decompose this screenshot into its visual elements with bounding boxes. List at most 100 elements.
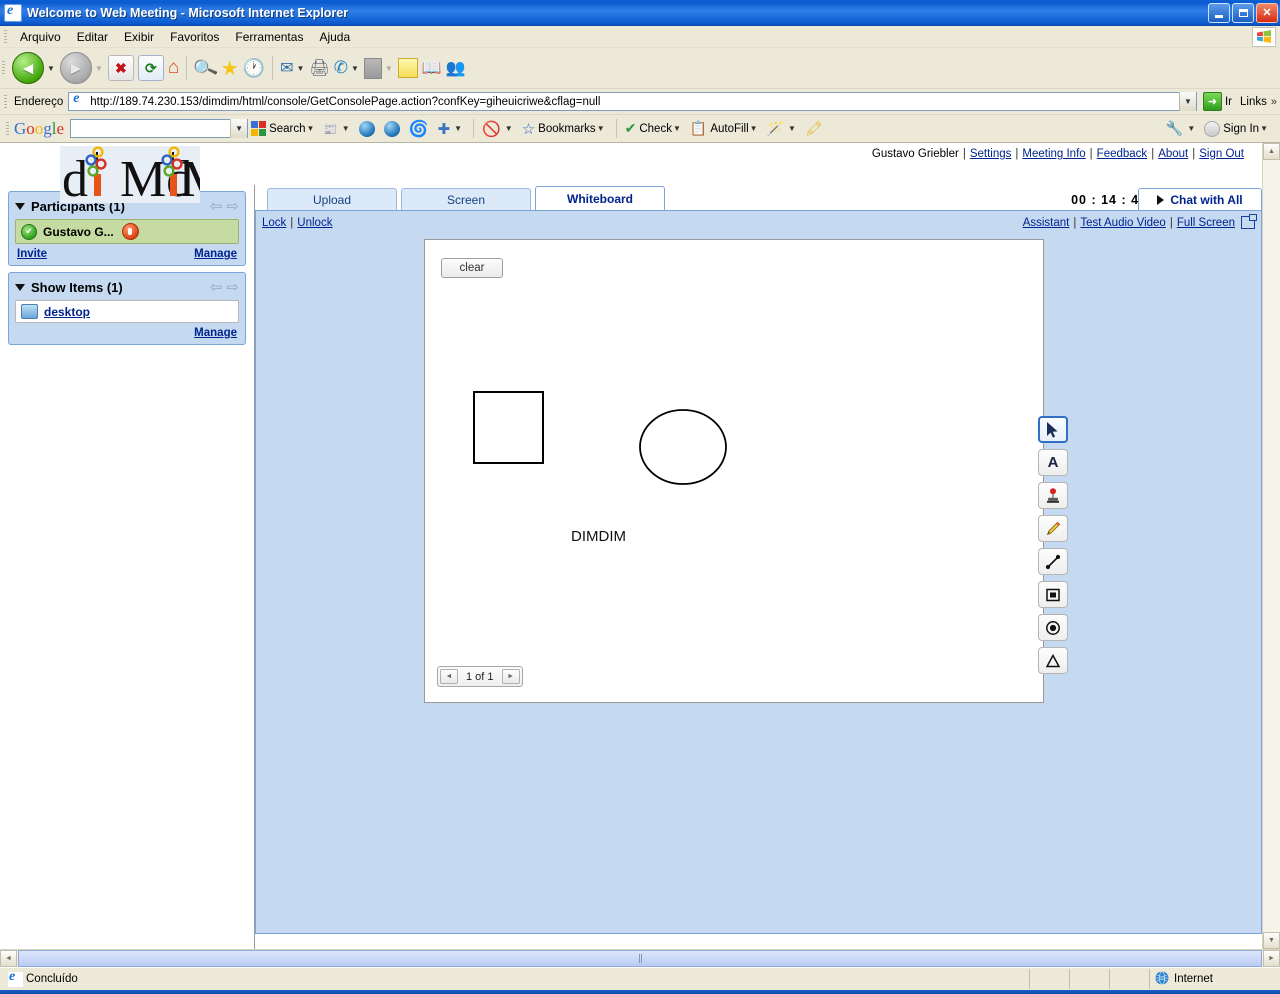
- messenger-button[interactable]: ✆: [334, 58, 348, 78]
- tab-upload[interactable]: Upload: [267, 188, 397, 210]
- google-highlight-button[interactable]: 🪄 ▼: [767, 120, 799, 137]
- ellipse-tool[interactable]: [1038, 614, 1068, 641]
- autofill-dropdown-icon[interactable]: ▼: [750, 124, 758, 133]
- popup-dropdown-icon[interactable]: ▼: [505, 124, 513, 133]
- participants-prev-arrow-icon[interactable]: ⇦: [210, 197, 223, 215]
- popout-window-icon[interactable]: [1241, 214, 1257, 229]
- muted-mic-icon[interactable]: [121, 223, 139, 240]
- google-autofill-button[interactable]: 📋 AutoFill ▼: [690, 120, 761, 137]
- menu-favoritos[interactable]: Favoritos: [162, 28, 227, 46]
- print-button[interactable]: 🖨: [309, 58, 329, 78]
- history-button[interactable]: 🕐: [243, 58, 265, 79]
- settings-dropdown-icon[interactable]: ▼: [1187, 124, 1195, 133]
- contacts-button[interactable]: 👥: [446, 58, 466, 78]
- refresh-button[interactable]: ⟳: [137, 55, 164, 81]
- text-tool[interactable]: A: [1038, 449, 1068, 476]
- scroll-down-button[interactable]: ▼: [1263, 932, 1280, 949]
- rectangle-tool[interactable]: [1038, 581, 1068, 608]
- participants-next-arrow-icon[interactable]: ⇨: [226, 197, 239, 215]
- tab-whiteboard[interactable]: Whiteboard: [535, 186, 665, 210]
- news-dropdown-icon[interactable]: ▼: [342, 124, 350, 133]
- address-grip[interactable]: [4, 94, 7, 109]
- google-search-input[interactable]: ▼: [70, 119, 249, 138]
- settings-link[interactable]: Settings: [970, 148, 1012, 160]
- about-link[interactable]: About: [1158, 148, 1188, 160]
- google-check-button[interactable]: ✔ Check ▼: [625, 120, 684, 137]
- chat-with-all-tab[interactable]: Chat with All: [1138, 188, 1262, 210]
- messenger-dropdown-icon[interactable]: ▼: [351, 64, 359, 73]
- sign-out-link[interactable]: Sign Out: [1199, 148, 1244, 160]
- participants-manage-link[interactable]: Manage: [194, 248, 237, 260]
- show-items-prev-arrow-icon[interactable]: ⇦: [210, 278, 223, 296]
- unlock-link[interactable]: Unlock: [297, 217, 332, 229]
- links-chevron-icon[interactable]: »: [1271, 96, 1277, 108]
- google-settings-button[interactable]: 🔧 ▼: [1166, 120, 1198, 137]
- whiteboard-canvas[interactable]: clear DIMDIM ◄ 1 of 1 ► A: [424, 239, 1068, 703]
- check-dropdown-icon[interactable]: ▼: [673, 124, 681, 133]
- restore-button[interactable]: [1232, 3, 1254, 23]
- horizontal-scroll-thumb[interactable]: [18, 950, 1262, 967]
- google-search-button[interactable]: Search ▼: [251, 121, 317, 136]
- mail-dropdown-icon[interactable]: ▼: [297, 64, 305, 73]
- scroll-right-button[interactable]: ►: [1263, 950, 1280, 967]
- minimize-button[interactable]: [1208, 3, 1230, 23]
- favorites-button[interactable]: ★: [221, 56, 239, 81]
- links-label[interactable]: Links: [1240, 96, 1267, 108]
- select-tool[interactable]: [1038, 416, 1068, 443]
- feedback-link[interactable]: Feedback: [1097, 148, 1148, 160]
- show-items-next-arrow-icon[interactable]: ⇨: [226, 278, 239, 296]
- google-marker-button[interactable]: 🖍: [805, 120, 826, 137]
- pencil-tool[interactable]: [1038, 515, 1068, 542]
- google-earth-button-2[interactable]: [383, 120, 403, 137]
- google-earth-button-1[interactable]: [358, 120, 378, 137]
- google-search-dropdown-caret[interactable]: ▼: [307, 124, 315, 133]
- go-button[interactable]: ➜ Ir: [1202, 92, 1232, 111]
- google-signin-button[interactable]: Sign In ▼: [1204, 120, 1271, 137]
- triangle-tool[interactable]: [1038, 647, 1068, 674]
- stamp-tool[interactable]: [1038, 482, 1068, 509]
- address-input[interactable]: http://189.74.230.153/dimdim/html/consol…: [68, 91, 1197, 111]
- google-spiral-button[interactable]: 🌀: [409, 119, 432, 139]
- notes-button[interactable]: [397, 58, 418, 78]
- collapse-triangle-icon[interactable]: [15, 202, 25, 210]
- close-button[interactable]: ✕: [1256, 3, 1278, 23]
- page-vertical-scrollbar[interactable]: ▲ ▼: [1262, 143, 1280, 949]
- search-button[interactable]: 🔍: [191, 54, 219, 80]
- back-button[interactable]: ◄: [12, 52, 44, 84]
- next-page-button[interactable]: ►: [501, 669, 520, 684]
- lock-link[interactable]: Lock: [262, 217, 286, 229]
- menu-arquivo[interactable]: Arquivo: [12, 28, 69, 46]
- menu-ferramentas[interactable]: Ferramentas: [227, 28, 311, 46]
- encyclopedia-button[interactable]: 📖: [422, 58, 442, 78]
- meeting-info-link[interactable]: Meeting Info: [1022, 148, 1085, 160]
- menu-editar[interactable]: Editar: [69, 28, 116, 46]
- signin-dropdown-icon[interactable]: ▼: [1260, 124, 1268, 133]
- scroll-left-button[interactable]: ◄: [0, 950, 17, 967]
- home-button[interactable]: ⌂: [168, 57, 179, 79]
- invite-link[interactable]: Invite: [17, 248, 47, 260]
- toolbar-grip[interactable]: [2, 61, 5, 75]
- show-item-row[interactable]: desktop: [15, 300, 239, 323]
- tab-screen[interactable]: Screen: [401, 188, 531, 210]
- address-dropdown-icon[interactable]: ▼: [1178, 92, 1196, 111]
- highlight-dropdown-icon[interactable]: ▼: [788, 124, 796, 133]
- collapse-triangle-icon[interactable]: [15, 283, 25, 291]
- back-dropdown-icon[interactable]: ▼: [47, 64, 55, 73]
- page-horizontal-scrollbar[interactable]: ◄ ►: [0, 949, 1280, 967]
- line-tool[interactable]: [1038, 548, 1068, 575]
- menu-grip[interactable]: [4, 29, 7, 44]
- add-dropdown-icon[interactable]: ▼: [454, 124, 462, 133]
- menu-exibir[interactable]: Exibir: [116, 28, 162, 46]
- google-bookmarks-button[interactable]: ☆ Bookmarks ▼: [522, 120, 608, 138]
- google-add-button[interactable]: ✚ ▼: [438, 120, 466, 138]
- show-item-label[interactable]: desktop: [44, 305, 90, 319]
- popup-blocker-button[interactable]: 🚫 ▼: [482, 120, 516, 138]
- google-search-dropdown-icon[interactable]: ▼: [230, 119, 248, 138]
- prev-page-button[interactable]: ◄: [440, 669, 458, 684]
- google-grip[interactable]: [6, 121, 9, 136]
- participant-row[interactable]: ✔ Gustavo G...: [15, 219, 239, 244]
- full-screen-link[interactable]: Full Screen: [1177, 217, 1235, 229]
- clear-button[interactable]: clear: [441, 258, 503, 278]
- stop-button[interactable]: ✖: [107, 55, 134, 81]
- bookmarks-dropdown-icon[interactable]: ▼: [597, 124, 605, 133]
